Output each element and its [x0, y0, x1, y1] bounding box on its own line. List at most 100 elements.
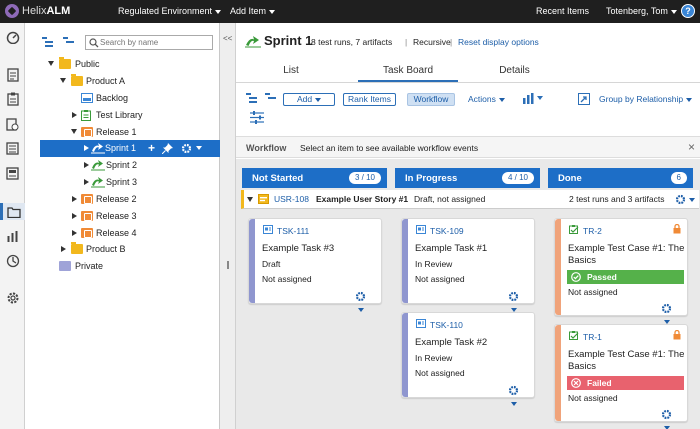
project-menu[interactable]: Regulated Environment: [118, 6, 222, 16]
documents-icon[interactable]: [5, 166, 20, 181]
collapse-arrow-icon[interactable]: [247, 197, 253, 202]
tree-item-label: Product A: [86, 76, 126, 86]
pin-icon[interactable]: [162, 143, 173, 154]
tree-item-release-2[interactable]: Release 2: [25, 191, 220, 208]
tree-item-sprint-1[interactable]: Sprint 1 +: [40, 140, 220, 157]
group-by-menu[interactable]: Group by Relationship: [599, 94, 693, 104]
panel-splitter[interactable]: <<: [220, 23, 236, 429]
brand-name[interactable]: HelixALM: [22, 5, 70, 17]
dashboard-icon[interactable]: [5, 29, 20, 44]
test-runs-icon[interactable]: [5, 116, 20, 131]
column-header-not-started[interactable]: Not Started 3 / 10: [242, 168, 387, 188]
tree-item-test-library[interactable]: Test Library: [25, 107, 220, 124]
tree-item-private[interactable]: Private: [25, 258, 220, 275]
tree-item-label: Sprint 3: [106, 177, 138, 187]
help-button[interactable]: ?: [681, 4, 695, 18]
add-item-menu[interactable]: Add Item: [230, 6, 276, 16]
filter-sliders-icon[interactable]: [250, 111, 264, 124]
expand-arrow-icon[interactable]: [61, 246, 66, 252]
add-button[interactable]: Add: [283, 93, 335, 106]
lock-icon: [673, 224, 681, 234]
header-separator: |: [405, 37, 408, 47]
card-menu-button[interactable]: [661, 409, 679, 429]
add-plus-icon[interactable]: +: [148, 141, 155, 155]
card-id-link[interactable]: TSK-111: [277, 226, 309, 236]
expand-arrow-icon[interactable]: [72, 112, 77, 118]
test-run-card-tr-1[interactable]: TR-1 Example Test Case #1: The Basics Fai…: [554, 324, 688, 429]
card-id-link[interactable]: TSK-109: [430, 226, 464, 236]
expand-arrow-icon[interactable]: [84, 162, 89, 168]
chevron-down-icon[interactable]: [689, 198, 695, 202]
task-card-tsk-111[interactable]: TSK-111 Example Task #3 Draft Not assign…: [248, 218, 382, 312]
drag-handle-icon[interactable]: [227, 261, 229, 269]
test-library-icon: [81, 110, 93, 121]
expand-arrow-icon[interactable]: [84, 179, 89, 185]
expand-arrow-icon[interactable]: [72, 213, 77, 219]
test-run-card-tr-2[interactable]: TR-2 Example Test Case #1: The Basics Pas…: [554, 218, 688, 324]
tab-list[interactable]: List: [276, 65, 306, 76]
user-menu[interactable]: Totenberg, Tom: [606, 6, 677, 16]
task-card-tsk-109[interactable]: TSK-109 Example Task #1 In Review Not as…: [401, 218, 535, 312]
collapse-all-icon[interactable]: [265, 93, 277, 104]
issues-icon[interactable]: [5, 141, 20, 156]
column-header-done[interactable]: Done 6: [548, 168, 693, 188]
gear-icon: [355, 291, 366, 302]
card-id-link[interactable]: TSK-110: [430, 320, 463, 330]
expand-arrow-icon[interactable]: [72, 230, 77, 236]
collapse-arrow-icon[interactable]: [71, 129, 77, 134]
chevron-down-icon[interactable]: [196, 146, 202, 150]
card-title: Example Task #3: [262, 243, 335, 254]
tree-item-product-b[interactable]: Product B: [25, 241, 220, 258]
test-cases-icon[interactable]: [5, 91, 20, 106]
tree-item-public[interactable]: Public: [25, 56, 220, 73]
reset-display-options-link[interactable]: Reset display options: [458, 37, 539, 47]
story-swimlane-header[interactable]: USR-108 Example User Story #1 Draft, not…: [241, 190, 699, 209]
recent-items-menu[interactable]: Recent Items: [536, 6, 589, 16]
tree-item-backlog[interactable]: Backlog: [25, 90, 220, 107]
tree-item-product-a[interactable]: Product A: [25, 73, 220, 90]
collapse-arrow-icon[interactable]: [48, 61, 54, 66]
close-icon[interactable]: ×: [688, 140, 695, 154]
collapse-all-icon[interactable]: [63, 37, 75, 50]
tree-item-release-4[interactable]: Release 4: [25, 225, 220, 242]
tab-task-board[interactable]: Task Board: [358, 65, 458, 82]
card-id-link[interactable]: TR-2: [583, 226, 602, 236]
tree-search-box[interactable]: [85, 35, 213, 50]
recursive-label[interactable]: Recursive: [413, 37, 451, 47]
tab-details[interactable]: Details: [492, 65, 537, 76]
requirements-icon[interactable]: [5, 67, 20, 82]
column-header-in-progress[interactable]: In Progress 4 / 10: [395, 168, 540, 188]
gear-icon[interactable]: [675, 194, 686, 205]
search-input[interactable]: [100, 37, 210, 48]
expand-arrow-icon[interactable]: [84, 145, 89, 151]
collapse-panel-button[interactable]: <<: [223, 34, 232, 43]
card-menu-button[interactable]: [355, 291, 373, 312]
relationship-icon[interactable]: [578, 93, 590, 105]
chart-menu[interactable]: [523, 93, 543, 106]
expand-all-icon[interactable]: [42, 37, 56, 50]
collapse-arrow-icon[interactable]: [60, 78, 66, 83]
gear-icon[interactable]: [181, 143, 192, 154]
actions-menu[interactable]: Actions: [468, 94, 505, 104]
tree-item-release-1[interactable]: Release 1: [25, 124, 220, 141]
tree-item-release-3[interactable]: Release 3: [25, 208, 220, 225]
helix-logo-icon[interactable]: [5, 4, 19, 18]
story-id-link[interactable]: USR-108: [274, 194, 309, 204]
card-menu-button[interactable]: [661, 303, 679, 324]
folders-icon[interactable]: [0, 203, 25, 220]
reports-icon[interactable]: [5, 229, 20, 244]
chevron-down-icon: [498, 97, 505, 102]
tree-item-sprint-2[interactable]: Sprint 2: [25, 157, 220, 174]
automation-icon[interactable]: [5, 253, 20, 268]
tree-item-sprint-3[interactable]: Sprint 3: [25, 174, 220, 191]
settings-icon[interactable]: [5, 290, 20, 305]
test-run-icon: [569, 331, 579, 340]
rank-items-button[interactable]: Rank Items: [343, 93, 396, 106]
workflow-button[interactable]: Workflow: [407, 93, 455, 106]
expand-arrow-icon[interactable]: [72, 196, 77, 202]
card-menu-button[interactable]: [508, 291, 526, 312]
card-menu-button[interactable]: [508, 385, 526, 406]
card-id-link[interactable]: TR-1: [583, 332, 602, 342]
task-card-tsk-110[interactable]: TSK-110 Example Task #2 In Review Not as…: [401, 312, 535, 406]
expand-all-icon[interactable]: [246, 93, 260, 104]
